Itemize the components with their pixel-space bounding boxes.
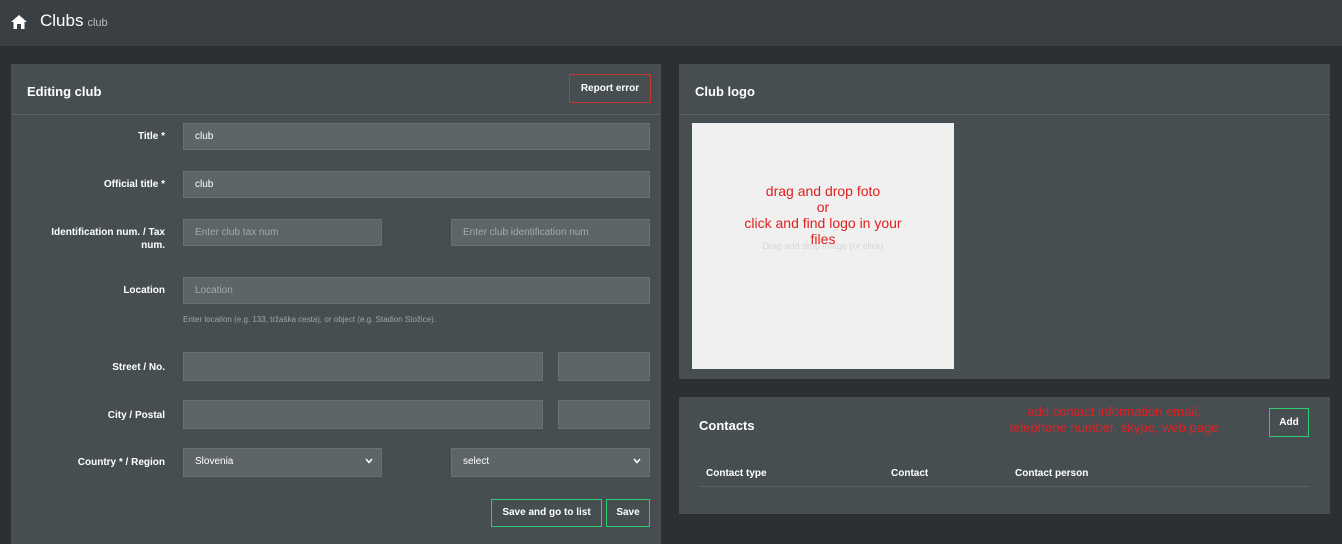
- street-input[interactable]: [183, 352, 543, 381]
- page-title-text: Clubs: [40, 11, 84, 30]
- title-label: Title *: [137, 131, 165, 142]
- city-input[interactable]: [183, 400, 543, 429]
- logo-dropzone[interactable]: Drag and drop image (or click) drag and …: [692, 123, 954, 369]
- region-select[interactable]: select: [451, 448, 650, 477]
- street-number-input[interactable]: [558, 352, 650, 381]
- save-button[interactable]: Save: [606, 499, 650, 527]
- page-subtitle: club: [87, 17, 108, 29]
- table-divider: [699, 486, 1310, 487]
- country-select[interactable]: Slovenia: [183, 448, 382, 477]
- city-label: City / Postal: [107, 410, 165, 421]
- club-logo-panel: Club logo Drag and drop image (or click)…: [679, 64, 1330, 379]
- official-title-label: Official title *: [103, 179, 165, 190]
- column-header-contact: Contact: [891, 468, 929, 479]
- identification-label-line2: num.: [141, 240, 165, 251]
- contacts-panel: Contacts add contact information email, …: [679, 397, 1330, 514]
- report-error-button[interactable]: Report error: [569, 74, 651, 103]
- location-label: Location: [123, 285, 165, 296]
- annotation-line: files: [810, 231, 836, 247]
- editing-club-heading: Editing club: [27, 84, 102, 99]
- region-select-value: select: [463, 456, 490, 467]
- country-select-value: Slovenia: [195, 456, 234, 467]
- official-title-input[interactable]: club: [183, 171, 650, 198]
- page-title: Clubs club: [40, 11, 108, 31]
- annotation-line: or: [816, 199, 830, 215]
- tax-number-input[interactable]: Enter club tax num: [183, 219, 382, 246]
- street-label: Street / No.: [112, 362, 165, 373]
- save-and-go-to-list-button[interactable]: Save and go to list: [491, 499, 602, 527]
- home-icon[interactable]: [10, 14, 28, 30]
- postal-input[interactable]: [558, 400, 650, 429]
- dropzone-annotation: drag and drop foto or click and find log…: [692, 183, 954, 247]
- location-input[interactable]: Location: [183, 277, 650, 304]
- chevron-down-icon: [633, 458, 641, 464]
- annotation-line: add contact information email,: [1027, 404, 1201, 419]
- top-bar: Clubs club: [0, 0, 1342, 47]
- contacts-heading: Contacts: [699, 418, 755, 433]
- editing-club-header: Editing club Report error: [11, 64, 661, 115]
- title-input[interactable]: club: [183, 123, 650, 150]
- location-hint: Enter location (e.g. 133, tržaška cesta)…: [183, 315, 437, 324]
- annotation-line: click and find logo in your: [744, 215, 902, 231]
- chevron-down-icon: [365, 458, 373, 464]
- annotation-line: drag and drop foto: [765, 183, 881, 199]
- column-header-contact-person: Contact person: [1015, 468, 1089, 479]
- contacts-annotation: add contact information email, telephone…: [964, 404, 1264, 436]
- identification-label: Identification num. / Tax num.: [15, 226, 165, 252]
- column-header-contact-type: Contact type: [706, 468, 767, 479]
- club-logo-heading: Club logo: [695, 84, 755, 99]
- country-region-label: Country * / Region: [77, 457, 165, 468]
- editing-club-panel: Editing club Report error Title * club O…: [11, 64, 661, 544]
- identification-number-input[interactable]: Enter club identification num: [451, 219, 650, 246]
- annotation-line: telephone number, skype, web page: [1009, 420, 1219, 435]
- identification-label-line1: Identification num. / Tax: [51, 227, 165, 238]
- add-contact-button[interactable]: Add: [1269, 408, 1309, 437]
- club-logo-header: Club logo: [679, 64, 1330, 115]
